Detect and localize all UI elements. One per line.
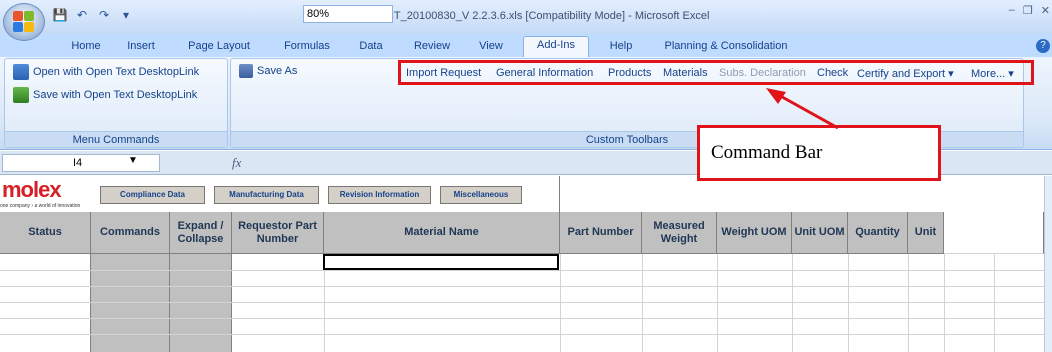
callout-arrow: [766, 88, 839, 130]
